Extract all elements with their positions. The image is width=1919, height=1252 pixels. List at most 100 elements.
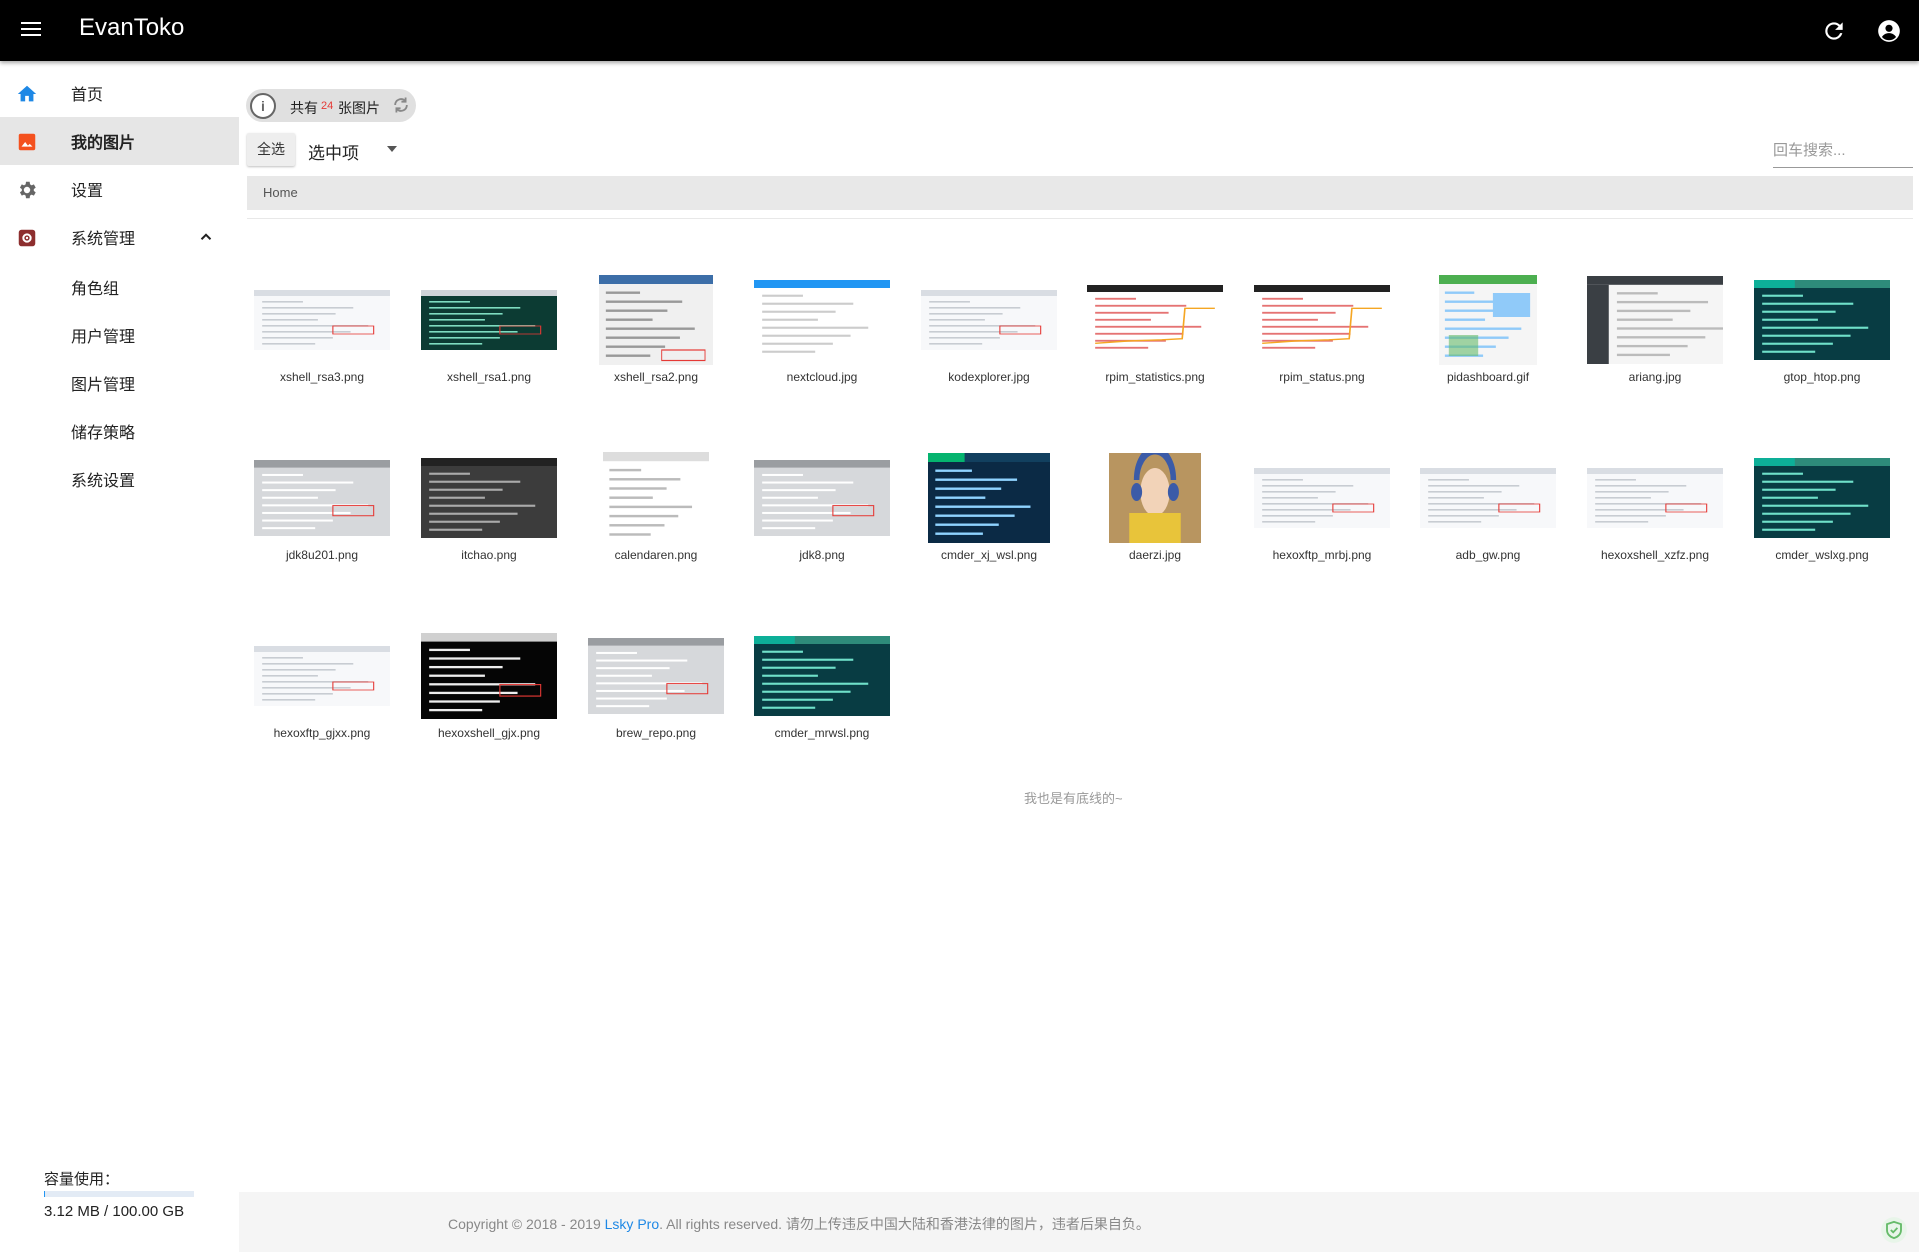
- sidebar-item-image-management[interactable]: 图片管理: [0, 357, 239, 405]
- image-filename: kodexplorer.jpg: [948, 370, 1030, 384]
- image-filename: itchao.png: [461, 548, 517, 562]
- sidebar: 首页 我的图片 设置 系统管理 角色组 用户管理 图片管理 储存策略 系统设置: [0, 61, 239, 1252]
- image-filename: gtop_htop.png: [1783, 370, 1861, 384]
- refresh-icon[interactable]: [1821, 18, 1847, 44]
- image-card[interactable]: adb_gw.png: [1405, 451, 1571, 591]
- sidebar-item-home[interactable]: 首页: [0, 69, 239, 117]
- home-icon: [16, 83, 38, 105]
- image-card[interactable]: brew_repo.png: [573, 629, 739, 769]
- image-card[interactable]: kodexplorer.jpg: [906, 273, 1072, 413]
- image-count: 24: [321, 100, 334, 112]
- image-icon: [16, 131, 38, 153]
- image-thumbnail[interactable]: [1587, 276, 1723, 364]
- image-card[interactable]: cmder_xj_wsl.png: [906, 451, 1072, 591]
- image-filename: brew_repo.png: [615, 726, 697, 740]
- image-card[interactable]: hexoxshell_gjx.png: [406, 629, 572, 769]
- usage-progress-fill: [44, 1191, 45, 1197]
- breadcrumb: Home: [247, 176, 1913, 210]
- image-filename: hexoxshell_xzfz.png: [1600, 548, 1710, 562]
- image-thumbnail[interactable]: [603, 452, 709, 544]
- image-filename: cmder_xj_wsl.png: [940, 548, 1038, 562]
- image-card[interactable]: hexoxftp_gjxx.png: [239, 629, 405, 769]
- image-thumbnail[interactable]: [928, 453, 1050, 543]
- image-filename: xshell_rsa3.png: [279, 370, 365, 384]
- image-card[interactable]: ariang.jpg: [1572, 273, 1738, 413]
- sidebar-item-label: 设置: [71, 183, 104, 200]
- image-thumbnail[interactable]: [254, 460, 390, 536]
- image-card[interactable]: rpim_statistics.png: [1072, 273, 1238, 413]
- image-thumbnail[interactable]: [599, 275, 713, 365]
- chevron-up-icon[interactable]: [197, 228, 215, 246]
- admin-settings-icon: [16, 227, 38, 249]
- sidebar-item-label: 首页: [71, 87, 104, 104]
- gear-icon: [16, 179, 38, 201]
- selected-items-dropdown[interactable]: 选中项: [305, 133, 400, 166]
- usage-progress-bar: [44, 1191, 194, 1197]
- image-thumbnail[interactable]: [588, 638, 724, 714]
- image-thumbnail[interactable]: [421, 290, 557, 350]
- image-card[interactable]: jdk8u201.png: [239, 451, 405, 591]
- image-card[interactable]: hexoxftp_mrbj.png: [1239, 451, 1405, 591]
- image-thumbnail[interactable]: [1439, 275, 1537, 365]
- image-thumbnail[interactable]: [921, 290, 1057, 350]
- sidebar-item-label: 储存策略: [71, 425, 136, 442]
- sidebar-item-system-admin[interactable]: 系统管理: [0, 213, 239, 261]
- image-thumbnail[interactable]: [1087, 285, 1223, 355]
- image-thumbnail[interactable]: [254, 290, 390, 350]
- image-thumbnail[interactable]: [254, 646, 390, 706]
- image-thumbnail[interactable]: [1754, 280, 1890, 360]
- image-card[interactable]: gtop_htop.png: [1739, 273, 1905, 413]
- image-thumbnail[interactable]: [754, 636, 890, 716]
- image-card[interactable]: rpim_status.png: [1239, 273, 1405, 413]
- breadcrumb-home[interactable]: Home: [263, 185, 298, 200]
- image-filename: ariang.jpg: [1628, 370, 1682, 384]
- count-prefix: 共有: [290, 100, 318, 116]
- sidebar-item-label: 图片管理: [71, 377, 136, 394]
- image-card[interactable]: nextcloud.jpg: [739, 273, 905, 413]
- image-card[interactable]: xshell_rsa3.png: [239, 273, 405, 413]
- image-thumbnail[interactable]: [754, 280, 890, 360]
- copyright-prefix: Copyright © 2018 - 2019: [448, 1216, 605, 1232]
- image-card[interactable]: xshell_rsa2.png: [573, 273, 739, 413]
- sidebar-item-label: 系统设置: [71, 473, 136, 490]
- image-thumbnail[interactable]: [1254, 285, 1390, 355]
- sidebar-item-settings[interactable]: 设置: [0, 165, 239, 213]
- image-card[interactable]: pidashboard.gif: [1405, 273, 1571, 413]
- info-icon: i: [250, 93, 276, 119]
- image-thumbnail[interactable]: [1254, 468, 1390, 528]
- sidebar-item-my-images[interactable]: 我的图片: [0, 117, 239, 165]
- image-thumbnail[interactable]: [421, 633, 557, 719]
- image-filename: rpim_statistics.png: [1105, 370, 1205, 384]
- select-all-button[interactable]: 全选: [247, 133, 295, 166]
- image-card[interactable]: daerzi.jpg: [1072, 451, 1238, 591]
- image-filename: pidashboard.gif: [1446, 370, 1530, 384]
- image-thumbnail[interactable]: [1109, 453, 1201, 543]
- image-card[interactable]: hexoxshell_xzfz.png: [1572, 451, 1738, 591]
- image-card[interactable]: cmder_wslxg.png: [1739, 451, 1905, 591]
- sidebar-item-label: 角色组: [71, 281, 120, 298]
- account-circle-icon[interactable]: [1876, 18, 1902, 44]
- shield-icon: [1880, 1216, 1908, 1244]
- image-thumbnail[interactable]: [754, 460, 890, 536]
- image-filename: cmder_mrwsl.png: [774, 726, 870, 740]
- search-input[interactable]: [1773, 133, 1913, 168]
- image-thumbnail[interactable]: [1754, 458, 1890, 538]
- sidebar-item-user-management[interactable]: 用户管理: [0, 309, 239, 357]
- image-thumbnail[interactable]: [1587, 468, 1723, 528]
- image-card[interactable]: itchao.png: [406, 451, 572, 591]
- image-card[interactable]: calendaren.png: [573, 451, 739, 591]
- footer: Copyright © 2018 - 2019 Lsky Pro. All ri…: [239, 1192, 1919, 1252]
- copyright-text: Copyright © 2018 - 2019 Lsky Pro. All ri…: [448, 1214, 1150, 1234]
- lsky-pro-link[interactable]: Lsky Pro: [605, 1216, 659, 1232]
- hamburger-menu-icon[interactable]: [18, 18, 44, 44]
- image-card[interactable]: jdk8.png: [739, 451, 905, 591]
- image-card[interactable]: cmder_mrwsl.png: [739, 629, 905, 769]
- image-thumbnail[interactable]: [421, 458, 557, 538]
- image-thumbnail[interactable]: [1420, 468, 1556, 528]
- reload-icon[interactable]: [391, 95, 411, 115]
- image-card[interactable]: xshell_rsa1.png: [406, 273, 572, 413]
- sidebar-item-role-groups[interactable]: 角色组: [0, 261, 239, 309]
- sidebar-item-system-settings[interactable]: 系统设置: [0, 453, 239, 501]
- count-suffix: 张图片: [338, 100, 380, 116]
- sidebar-item-storage-policy[interactable]: 储存策略: [0, 405, 239, 453]
